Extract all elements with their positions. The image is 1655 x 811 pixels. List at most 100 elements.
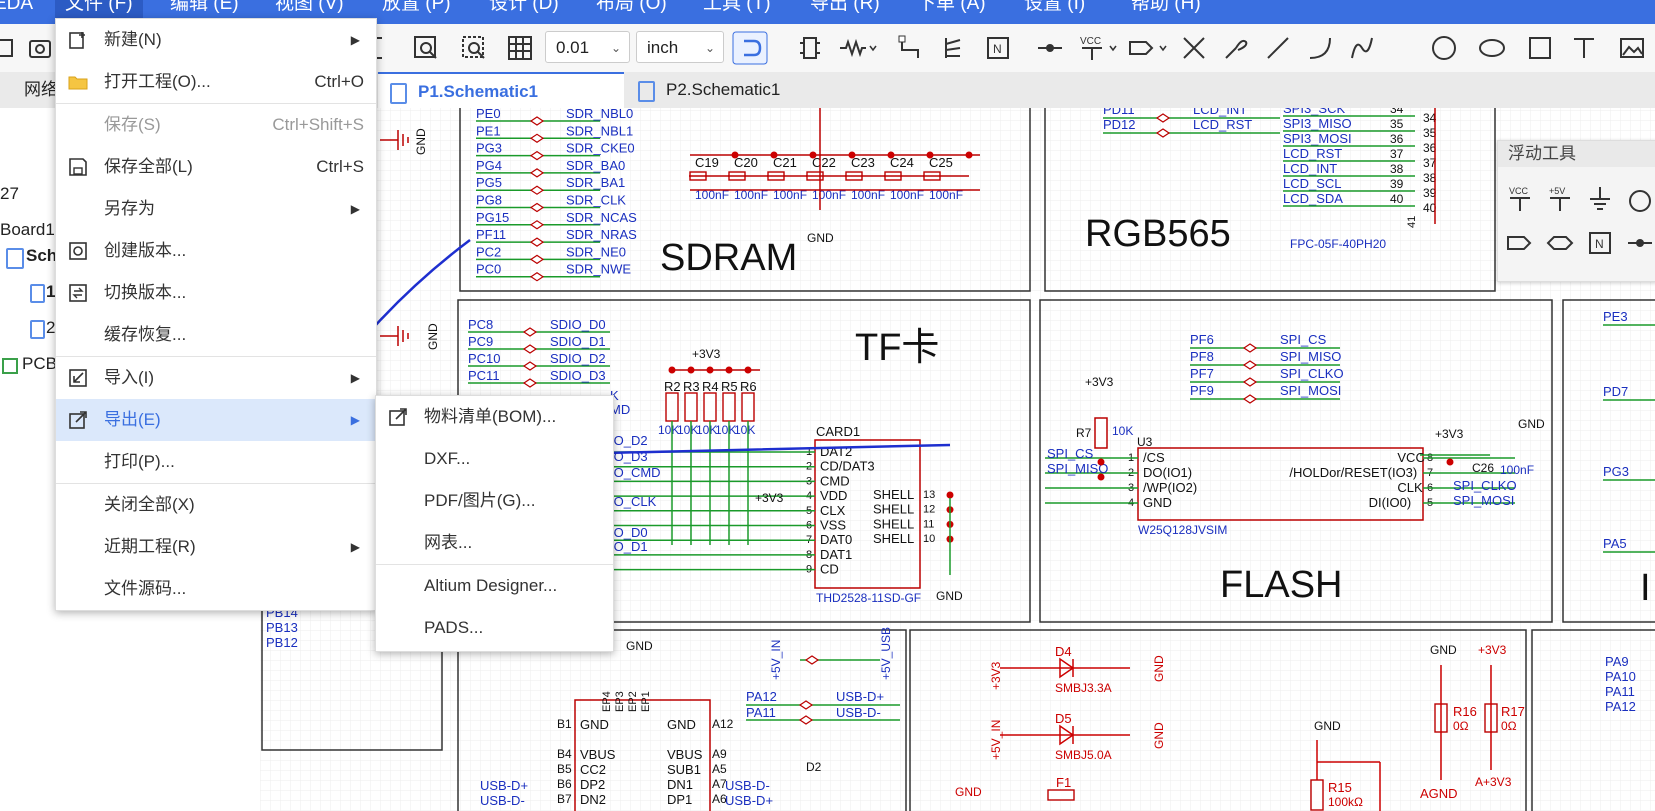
bus-icon[interactable] — [940, 34, 968, 62]
earth-icon[interactable] — [1626, 185, 1654, 213]
net-label-pin: PA12 — [746, 689, 777, 704]
net-label-signal: IO_D1 — [610, 539, 648, 554]
pin-name: VDD — [820, 488, 847, 503]
vcc-icon[interactable]: VCC — [1506, 185, 1534, 213]
net-label-pin: PG8 — [476, 193, 502, 208]
image-icon[interactable] — [1618, 34, 1646, 62]
pin-name: /WP(IO2) — [1143, 480, 1197, 495]
net-label-signal: SPI_CLKO — [1280, 366, 1344, 381]
net-label-signal: SPI3_SCK — [1283, 108, 1345, 116]
document-icon — [638, 81, 655, 102]
pin-name: DP1 — [667, 792, 692, 807]
menu-item-import[interactable]: 导入(I) ▶ — [56, 357, 376, 399]
netport-bi-icon[interactable] — [1546, 229, 1574, 257]
pin-number: 39 — [1390, 177, 1404, 191]
menu-design[interactable]: 设计 (D) — [489, 0, 559, 24]
pin-name: CLX — [820, 503, 846, 518]
export-item-pdf-image[interactable]: PDF/图片(G)... — [376, 480, 613, 522]
menu-item-save-as[interactable]: 另存为 ▶ — [56, 188, 376, 230]
tab-p1-schematic[interactable]: P1.Schematic1 — [378, 72, 624, 108]
bezier-icon[interactable] — [1348, 34, 1376, 62]
menu-settings[interactable]: 设置 (I) — [1024, 0, 1085, 24]
diode-label: D5 — [1055, 711, 1072, 726]
resistor-value: 0Ω — [1501, 719, 1517, 733]
menu-help[interactable]: 帮助 (H) — [1131, 0, 1201, 24]
menu-item-recent-projects[interactable]: 近期工程(R) ▶ — [56, 526, 376, 568]
ellipse-icon[interactable] — [1478, 34, 1506, 62]
circle-icon[interactable] — [1430, 34, 1458, 62]
menu-item-new[interactable]: 新建(N) ▶ — [56, 19, 376, 61]
menu-tools[interactable]: 工具 (T) — [703, 0, 771, 24]
net-label-pin: PF6 — [1190, 332, 1214, 347]
net-label-pin: PE1 — [476, 123, 501, 138]
net-label-signal: LCD_INT — [1193, 108, 1247, 117]
arc-icon[interactable] — [1306, 34, 1334, 62]
junction-dot — [668, 366, 676, 374]
zoom-area-icon[interactable] — [412, 34, 440, 62]
netflag-icon[interactable] — [1128, 34, 1172, 62]
import-icon — [69, 369, 87, 387]
plus5v-icon[interactable]: +5V — [1546, 185, 1574, 213]
net-label-signal: SDR_NE0 — [566, 244, 626, 259]
netflag-icon[interactable] — [1506, 229, 1534, 257]
menu-export[interactable]: 导出 (R) — [810, 0, 880, 24]
net-label-pin: PA11 — [1605, 684, 1635, 699]
netlabel-icon[interactable]: N — [1586, 229, 1614, 257]
vcc-icon[interactable]: VCC — [1078, 34, 1122, 62]
export-item-bom[interactable]: 物料清单(BOM)... — [376, 396, 613, 438]
menu-item-switch-version[interactable]: 切换版本... — [56, 272, 376, 314]
tree-item[interactable]: 27 — [0, 184, 19, 204]
menu-order[interactable]: 下单 (A) — [917, 0, 986, 24]
gnd-label: GND — [626, 639, 653, 653]
export-item-pads[interactable]: PADS... — [376, 607, 613, 649]
export-item-netlist[interactable]: 网表... — [376, 522, 613, 564]
snapshot-icon[interactable] — [26, 34, 54, 62]
folder-icon — [68, 76, 88, 90]
ground-icon[interactable] — [1586, 185, 1614, 213]
menu-item-create-version[interactable]: 创建版本... — [56, 230, 376, 272]
export-item-dxf[interactable]: DXF... — [376, 438, 613, 480]
menu-item-print[interactable]: 打印(P)... — [56, 441, 376, 483]
grid-icon[interactable] — [506, 34, 534, 62]
menu-item-open-project[interactable]: 打开工程(O)... Ctrl+O — [56, 61, 376, 103]
netport-icon[interactable] — [1036, 34, 1064, 62]
pin-name: DAT1 — [820, 547, 852, 562]
resistor-icon[interactable] — [838, 34, 878, 62]
menu-eda[interactable]: EDA — [0, 0, 33, 24]
tree-item-pcb[interactable]: PCB — [22, 354, 57, 374]
flash-c26-label: C26 — [1472, 461, 1494, 475]
undo-route-icon[interactable] — [732, 31, 768, 65]
netport-icon[interactable] — [1626, 229, 1654, 257]
export-item-altium[interactable]: Altium Designer... — [376, 565, 613, 607]
unit-select[interactable]: inch ⌄ — [636, 31, 724, 63]
diode-value: SMBJ5.0A — [1055, 748, 1112, 762]
net-label-pin: PG5 — [476, 175, 502, 190]
tree-item-board[interactable]: Board1 — [0, 220, 55, 240]
line-icon[interactable] — [1264, 34, 1292, 62]
menu-item-file-source[interactable]: 文件源码... — [56, 568, 376, 610]
menu-place[interactable]: 放置 (P) — [382, 0, 451, 24]
menu-item-cache-restore[interactable]: 缓存恢复... — [56, 314, 376, 356]
net-label-signal: SDIO_D0 — [550, 317, 606, 332]
copy-icon[interactable] — [0, 34, 20, 62]
tab-p2-schematic[interactable]: P2.Schematic1 — [626, 72, 856, 108]
probe-icon[interactable] — [1222, 34, 1250, 62]
flash-power-label: +3V3 — [1085, 375, 1114, 389]
netlabel-icon[interactable]: N — [984, 34, 1012, 62]
menu-item-export[interactable]: 导出(E) ▶ — [56, 399, 376, 441]
capacitor-label: C19 — [695, 155, 719, 170]
gnd-label: GND — [1314, 719, 1341, 733]
pin-number: 36 — [1390, 132, 1404, 146]
menu-item-close-all[interactable]: 关闭全部(X) — [56, 484, 376, 526]
rectangle-icon[interactable] — [1526, 34, 1554, 62]
svg-text:VCC: VCC — [1080, 36, 1101, 47]
grid-size-select[interactable]: 0.01 ⌄ — [545, 31, 630, 63]
wire-icon[interactable] — [896, 34, 924, 62]
no-connect-icon[interactable] — [1180, 34, 1208, 62]
menu-item-save-all[interactable]: 保存全部(L) Ctrl+S — [56, 146, 376, 188]
gnd-label: GND — [426, 323, 440, 350]
menu-layout[interactable]: 布局 (O) — [596, 0, 667, 24]
zoom-select-icon[interactable] — [460, 34, 488, 62]
component-icon[interactable] — [796, 34, 824, 62]
text-icon[interactable] — [1570, 34, 1598, 62]
